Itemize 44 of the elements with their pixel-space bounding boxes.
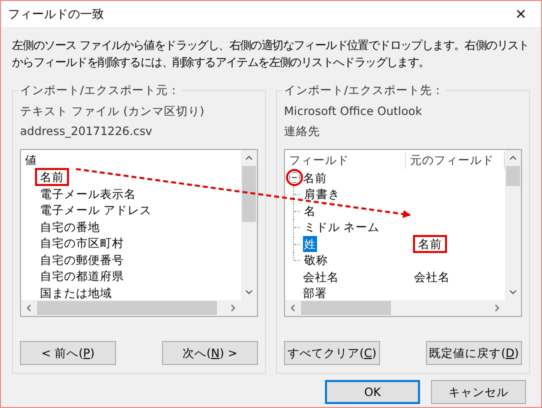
- action-button[interactable]: すべてクリア(C): [284, 341, 380, 365]
- window-title: フィールドの一致: [8, 6, 104, 22]
- source-label: テキスト ファイル (カンマ区切り): [20, 103, 206, 119]
- horizontal-scrollbar[interactable]: [21, 300, 257, 316]
- tree-item[interactable]: 会社名: [302, 268, 340, 285]
- close-button[interactable]: ✕: [501, 1, 541, 27]
- column-header[interactable]: フィールド: [289, 152, 406, 168]
- tree-item[interactable]: 敬称: [303, 252, 329, 268]
- group-caption: インポート/エクスポート元：: [18, 83, 182, 98]
- mapped-field: 会社名: [409, 268, 455, 286]
- tree-item[interactable]: 名前: [302, 170, 328, 186]
- vertical-scrollbar[interactable]: [505, 150, 521, 300]
- scroll-thumb[interactable]: [37, 301, 217, 315]
- list-item[interactable]: 自宅の郵便番号: [35, 250, 129, 268]
- list-item[interactable]: 国または地域: [35, 284, 117, 300]
- target-label: Microsoft Office Outlook: [284, 103, 423, 119]
- nav-button[interactable]: < 前へ(P): [20, 341, 116, 365]
- list-header: 値: [25, 152, 38, 168]
- list-item[interactable]: 自宅の番地: [35, 218, 105, 236]
- list-item[interactable]: 自宅の都道府県: [35, 267, 129, 285]
- scroll-thumb[interactable]: [301, 301, 391, 315]
- action-button[interactable]: 既定値に戻す(D): [426, 341, 522, 365]
- tree-item[interactable]: 姓: [303, 236, 317, 252]
- collapse-icon[interactable]: [289, 172, 300, 184]
- tree-item[interactable]: 名: [303, 202, 317, 219]
- list-item[interactable]: 名前: [35, 168, 69, 186]
- nav-button[interactable]: 次へ(N) >: [162, 341, 258, 365]
- list-item[interactable]: 電子メール表示名: [35, 184, 141, 202]
- tree-item[interactable]: 部署: [302, 285, 328, 300]
- cancel-button[interactable]: キャンセル: [431, 380, 526, 404]
- tree-item[interactable]: 肩書き: [303, 186, 341, 202]
- source-label: address_20171226.csv: [20, 123, 154, 139]
- mapped-field: 名前: [413, 234, 447, 252]
- horizontal-scrollbar[interactable]: [285, 300, 521, 316]
- instructions-text: 左側のソース ファイルから値をドラッグし、右側の適切なフィールド位置でドロップします。右側のリストからフィールドを削除するには、削除するアイテムを左側のリストへドラッグします。: [12, 37, 530, 71]
- list-item[interactable]: 自宅の市区町村: [35, 234, 129, 252]
- list-item[interactable]: 電子メール アドレス: [35, 201, 157, 219]
- ok-button[interactable]: OK: [325, 380, 420, 404]
- target-label: 連絡先: [284, 123, 321, 139]
- scroll-thumb[interactable]: [242, 166, 256, 222]
- vertical-scrollbar[interactable]: [241, 150, 257, 300]
- scroll-thumb[interactable]: [506, 166, 520, 186]
- group-caption: インポート/エクスポート先：: [282, 83, 446, 98]
- tree-item[interactable]: ミドル ネーム: [303, 219, 381, 236]
